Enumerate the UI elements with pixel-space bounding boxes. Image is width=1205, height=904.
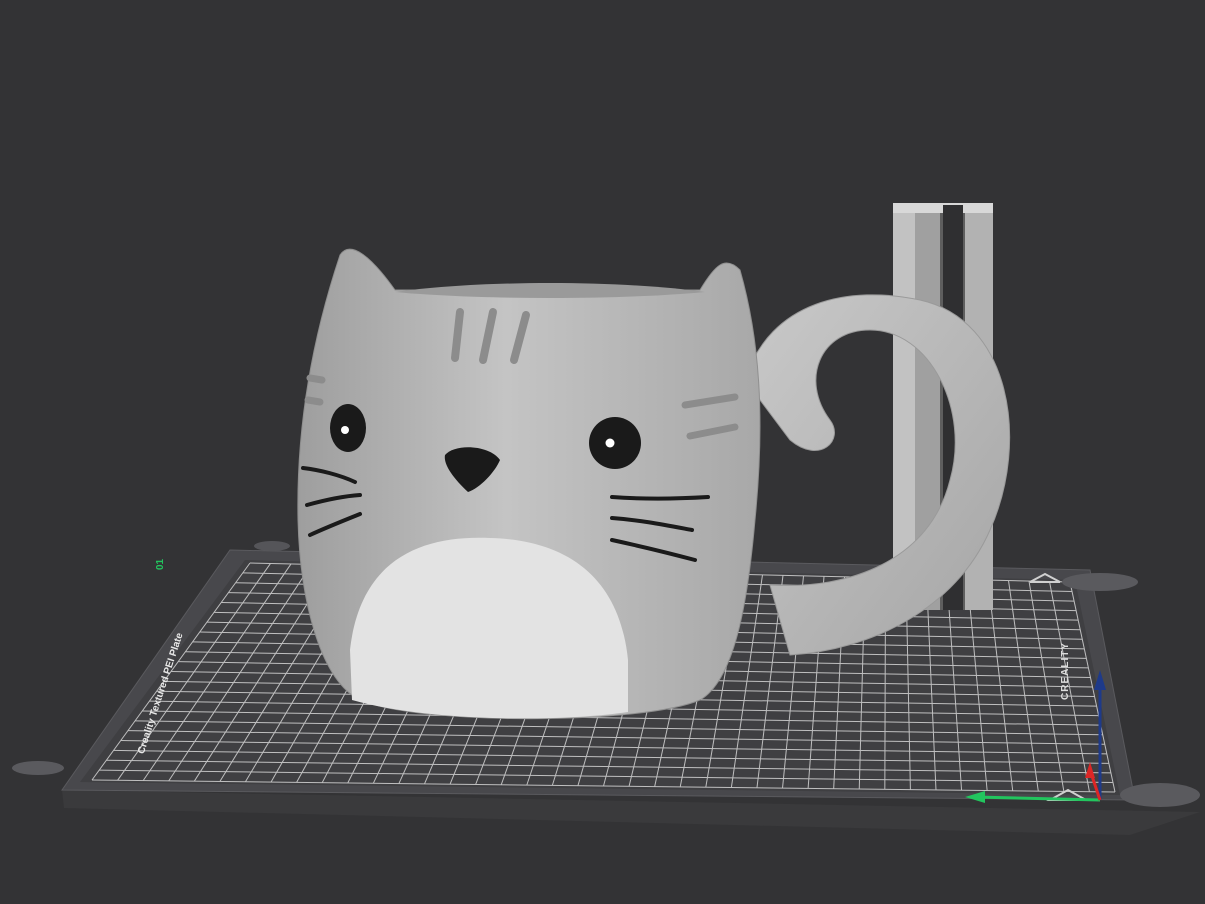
plate-clip: [1062, 573, 1138, 591]
brand-label: CREALITY: [1060, 642, 1071, 700]
plate-clip: [12, 761, 64, 775]
right-eye: [589, 417, 641, 469]
3d-viewport[interactable]: Creality Textured PEI Plate CREALITY 01: [0, 0, 1205, 904]
plate-number: 01: [155, 558, 166, 570]
plate-clip: [1120, 783, 1200, 807]
mug-model[interactable]: [297, 248, 761, 720]
plate-clip: [254, 541, 290, 551]
